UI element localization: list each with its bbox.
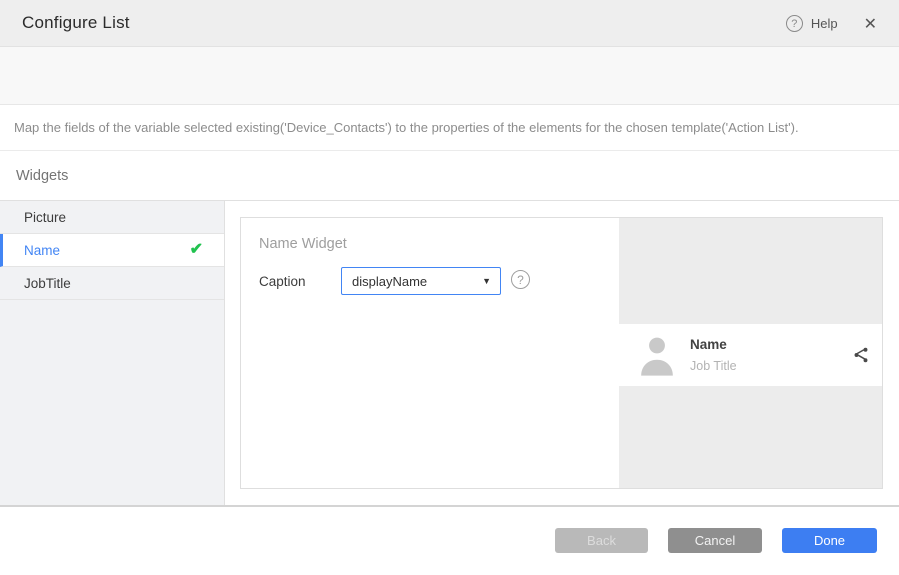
body-area: Picture Name ✔ JobTitle Name Widget Capt… [0,201,899,505]
configured-check-icon: ✔ [190,239,203,259]
dialog-footer: Back Cancel Done [0,505,899,575]
caption-dropdown[interactable]: displayName ▼ [341,267,501,295]
back-button[interactable]: Back [555,528,648,553]
preview-name-text: Name [690,337,737,352]
mapping-description: Map the fields of the variable selected … [14,120,799,135]
dialog-header: Configure List ? Help ✕ [0,0,899,47]
caption-help-icon[interactable]: ? [511,270,530,289]
widgets-heading: Widgets [16,168,68,184]
widgets-sidebar: Picture Name ✔ JobTitle [0,201,225,505]
wizard-stepper: Data Template 3 Bind Fields [0,47,899,105]
done-button[interactable]: Done [782,528,877,553]
sidebar-item-name[interactable]: Name ✔ [0,234,224,267]
widget-item-label: Picture [24,210,66,225]
caption-label: Caption [259,274,306,289]
widgets-heading-row: Widgets [0,151,899,201]
widget-item-label: Name [24,243,60,258]
description-row: Map the fields of the variable selected … [0,105,899,151]
help-link[interactable]: Help [811,16,838,31]
chevron-down-icon: ▼ [482,276,491,286]
sidebar-item-picture[interactable]: Picture [0,201,224,234]
widget-item-label: JobTitle [24,276,71,291]
caption-dropdown-value: displayName [352,274,427,289]
preview-jobtitle-text: Job Title [690,359,737,373]
template-preview: Name Job Title [619,218,882,488]
sidebar-item-jobtitle[interactable]: JobTitle [0,267,224,300]
name-widget-panel: Name Widget Caption displayName ▼ ? Name… [240,217,883,489]
share-icon [852,346,870,364]
panel-heading: Name Widget [259,236,347,252]
configure-list-dialog: Configure List ? Help ✕ Data Template 3 [0,0,899,575]
page-title: Configure List [22,13,130,33]
close-icon[interactable]: ✕ [860,12,881,36]
help-icon[interactable]: ? [786,15,803,32]
preview-list-item: Name Job Title [619,324,882,386]
cancel-button[interactable]: Cancel [668,528,762,553]
avatar-icon [638,332,676,378]
